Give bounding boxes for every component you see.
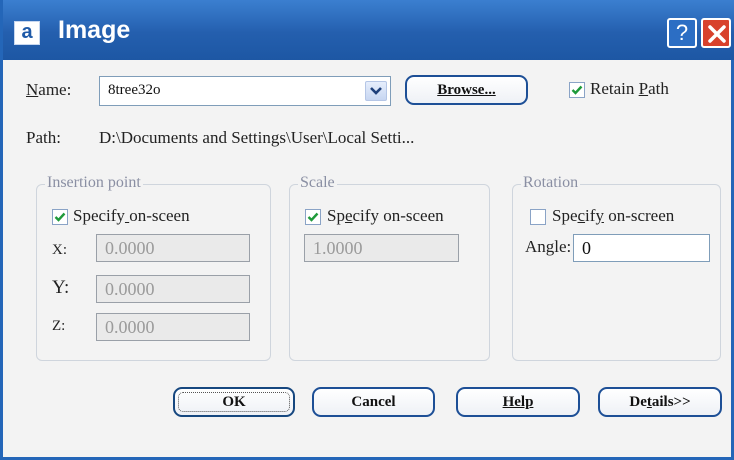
scale-specify-label: Specify on-sceen: [327, 206, 444, 225]
rotation-specify-label: Specify on-screen: [552, 206, 675, 225]
help-button[interactable]: Help: [456, 387, 580, 417]
insertion-specify-checkbox[interactable]: [52, 209, 68, 225]
scale-value: 1.0000: [313, 238, 363, 258]
y-value: 0.0000: [105, 279, 155, 299]
path-value: D:\Documents and Settings\User\Local Set…: [99, 128, 415, 147]
retain-path-label: Retain Path: [590, 79, 669, 98]
z-field: 0.0000: [96, 313, 250, 341]
browse-button[interactable]: Browse...: [405, 75, 528, 105]
x-field: 0.0000: [96, 234, 250, 262]
help-title-button[interactable]: ?: [667, 18, 697, 48]
ok-button[interactable]: OK: [173, 387, 295, 417]
x-value: 0.0000: [105, 238, 155, 258]
angle-value: 0: [582, 238, 591, 258]
cancel-button[interactable]: Cancel: [312, 387, 435, 417]
scale-field: 1.0000: [304, 234, 459, 262]
dropdown-button[interactable]: [365, 81, 387, 101]
name-label: Name:: [26, 80, 72, 99]
check-icon: [54, 212, 66, 222]
title-bar[interactable]: a Image ?: [3, 0, 734, 60]
path-label: Path:: [26, 128, 61, 147]
z-value: 0.0000: [105, 317, 155, 337]
window-title: Image: [58, 16, 131, 44]
y-label: Y:: [52, 277, 70, 298]
details-button[interactable]: Details>>: [598, 387, 722, 417]
chevron-down-icon: [370, 87, 382, 95]
check-icon: [571, 85, 583, 95]
focus-ring: [178, 392, 290, 412]
rotation-title: Rotation: [521, 174, 581, 192]
close-icon: [708, 25, 726, 43]
scale-title: Scale: [298, 174, 337, 192]
insertion-point-title: Insertion point: [45, 174, 143, 192]
insertion-specify-label: Specify on-sceen: [73, 206, 190, 225]
y-field: 0.0000: [96, 275, 250, 303]
angle-field[interactable]: 0: [573, 234, 710, 262]
close-button[interactable]: [701, 18, 731, 48]
x-label: X:: [52, 242, 67, 258]
image-dialog: a Image ? Name: 8tree32o Browse... Retai…: [0, 0, 734, 460]
z-label: Z:: [52, 318, 66, 334]
retain-path-checkbox[interactable]: [569, 82, 585, 98]
name-combo[interactable]: 8tree32o: [99, 76, 391, 106]
scale-specify-checkbox[interactable]: [305, 209, 321, 225]
name-value: 8tree32o: [108, 82, 161, 98]
check-icon: [307, 212, 319, 222]
app-icon: a: [14, 21, 40, 45]
rotation-specify-checkbox[interactable]: [530, 209, 546, 225]
angle-label: Angle:: [525, 237, 572, 256]
